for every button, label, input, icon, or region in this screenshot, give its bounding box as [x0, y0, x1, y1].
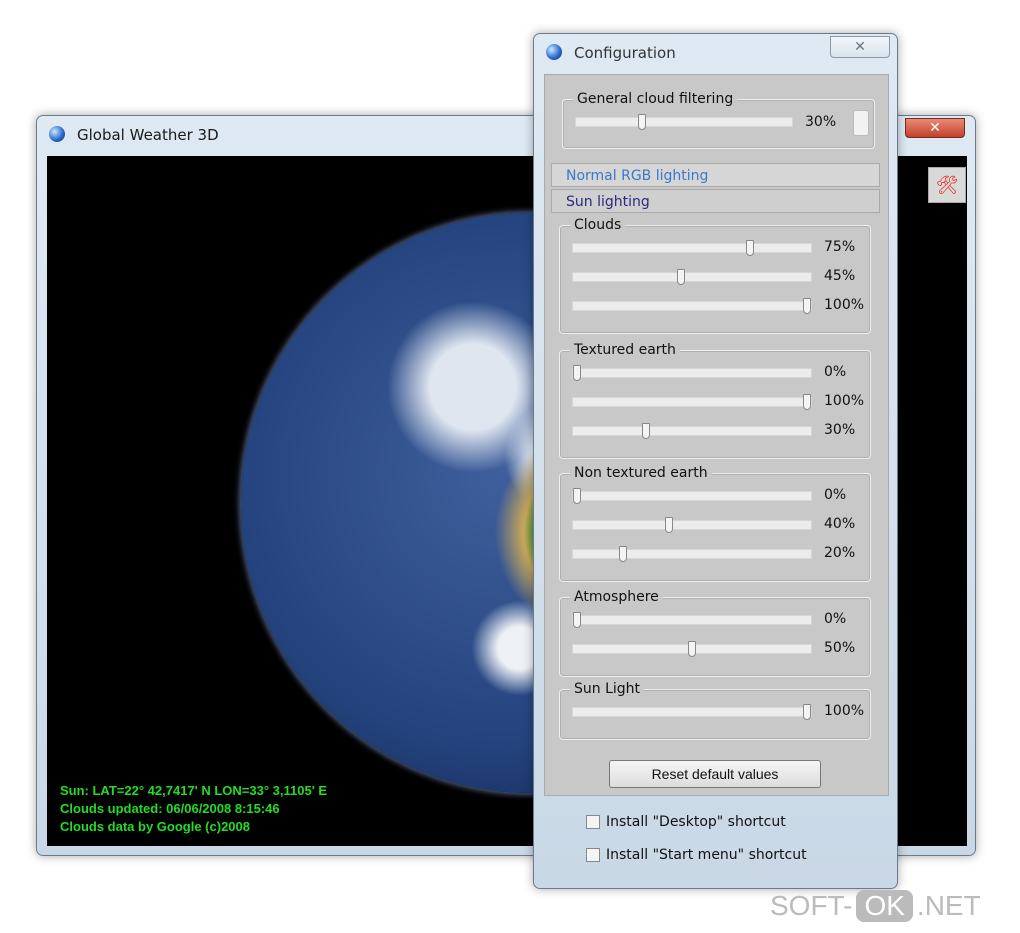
tools-button[interactable]: 🛠: [928, 167, 966, 203]
slider-thumb[interactable]: [803, 298, 811, 314]
start-menu-shortcut-checkbox[interactable]: Install "Start menu" shortcut: [586, 847, 807, 863]
checkbox-label: Install "Start menu" shortcut: [606, 847, 807, 863]
watermark: SOFT- OK .NET: [770, 890, 981, 922]
checkbox[interactable]: [586, 848, 600, 862]
slider[interactable]: [572, 365, 812, 381]
checkbox-label: Install "Desktop" shortcut: [606, 814, 786, 830]
group-label: Clouds: [570, 217, 626, 233]
slider-group-atmosphere: Atmosphere 0% 50%: [559, 589, 871, 677]
group-label: Sun Light: [570, 681, 645, 697]
slider-value: 0%: [824, 611, 847, 627]
desktop-shortcut-checkbox[interactable]: Install "Desktop" shortcut: [586, 814, 786, 830]
slider[interactable]: [572, 298, 812, 314]
tab-sun-lighting[interactable]: Sun lighting: [551, 189, 880, 213]
sun-position-text: Sun: LAT=22° 42,7417' N LON=33° 3,1105' …: [60, 783, 328, 798]
slider-value: 100%: [824, 393, 865, 409]
slider[interactable]: [572, 394, 812, 410]
globe-icon: [49, 126, 65, 142]
slider-value: 45%: [824, 268, 856, 284]
tab-normal-rgb-lighting[interactable]: Normal RGB lighting: [551, 163, 880, 187]
slider-value: 100%: [824, 297, 865, 313]
slider[interactable]: [572, 641, 812, 657]
slider-thumb[interactable]: [676, 269, 685, 285]
slider[interactable]: [572, 546, 812, 562]
group-label: Atmosphere: [570, 589, 663, 605]
cloud-filtering-slider[interactable]: [575, 114, 793, 130]
slider-value: 30%: [824, 422, 856, 438]
slider[interactable]: [572, 612, 812, 628]
slider-thumb[interactable]: [803, 704, 811, 720]
globe-icon: [546, 44, 562, 60]
dialog-title: Configuration: [574, 44, 676, 62]
slider-group-textured-earth: Textured earth 0% 100% 30%: [559, 342, 871, 459]
slider-thumb[interactable]: [665, 517, 673, 533]
slider-thumb[interactable]: [619, 546, 627, 562]
slider[interactable]: [572, 704, 812, 720]
watermark-text: OK: [856, 890, 913, 922]
close-button[interactable]: ✕: [905, 118, 965, 138]
slider-value: 0%: [824, 487, 847, 503]
slider-value: 20%: [824, 545, 856, 561]
cloud-filtering-group: General cloud filtering 30%: [562, 91, 875, 149]
slider-value: 0%: [824, 364, 847, 380]
slider-thumb[interactable]: [573, 365, 581, 381]
settings-panel: General cloud filtering 30% Normal RGB l…: [544, 74, 889, 796]
group-label: Textured earth: [570, 342, 680, 358]
clouds-source-text: Clouds data by Google (c)2008: [60, 819, 250, 834]
slider[interactable]: [572, 240, 812, 256]
slider-value: 100%: [824, 703, 865, 719]
group-label: General cloud filtering: [573, 91, 738, 107]
color-swatch[interactable]: [853, 110, 869, 136]
watermark-text: SOFT-: [770, 890, 853, 921]
slider-value: 40%: [824, 516, 856, 532]
slider-group-sun-light: Sun Light 100%: [559, 681, 871, 740]
close-button[interactable]: ✕: [830, 36, 890, 58]
slider-thumb[interactable]: [688, 641, 696, 657]
slider-value: 30%: [805, 114, 837, 130]
clouds-updated-text: Clouds updated: 06/06/2008 8:15:46: [60, 801, 280, 816]
slider-group-non-textured-earth: Non textured earth 0% 40% 20%: [559, 465, 871, 582]
slider-value: 50%: [824, 640, 856, 656]
slider-thumb[interactable]: [638, 114, 647, 130]
slider-value: 75%: [824, 239, 856, 255]
slider-group-clouds: Clouds 75% 45% 100%: [559, 217, 871, 334]
slider[interactable]: [572, 269, 812, 285]
slider[interactable]: [572, 488, 812, 504]
slider[interactable]: [572, 517, 812, 533]
slider-thumb[interactable]: [745, 240, 754, 256]
reset-default-values-button[interactable]: Reset default values: [609, 760, 821, 788]
slider[interactable]: [572, 423, 812, 439]
watermark-text: .NET: [916, 890, 981, 921]
window-title: Global Weather 3D: [77, 126, 219, 144]
slider-thumb[interactable]: [803, 394, 811, 410]
slider-thumb[interactable]: [642, 423, 650, 439]
slider-thumb[interactable]: [573, 488, 581, 504]
configuration-dialog: Configuration ✕ General cloud filtering …: [533, 33, 898, 889]
checkbox[interactable]: [586, 815, 600, 829]
tools-icon: 🛠: [935, 174, 959, 196]
slider-thumb[interactable]: [573, 612, 581, 628]
group-label: Non textured earth: [570, 465, 712, 481]
